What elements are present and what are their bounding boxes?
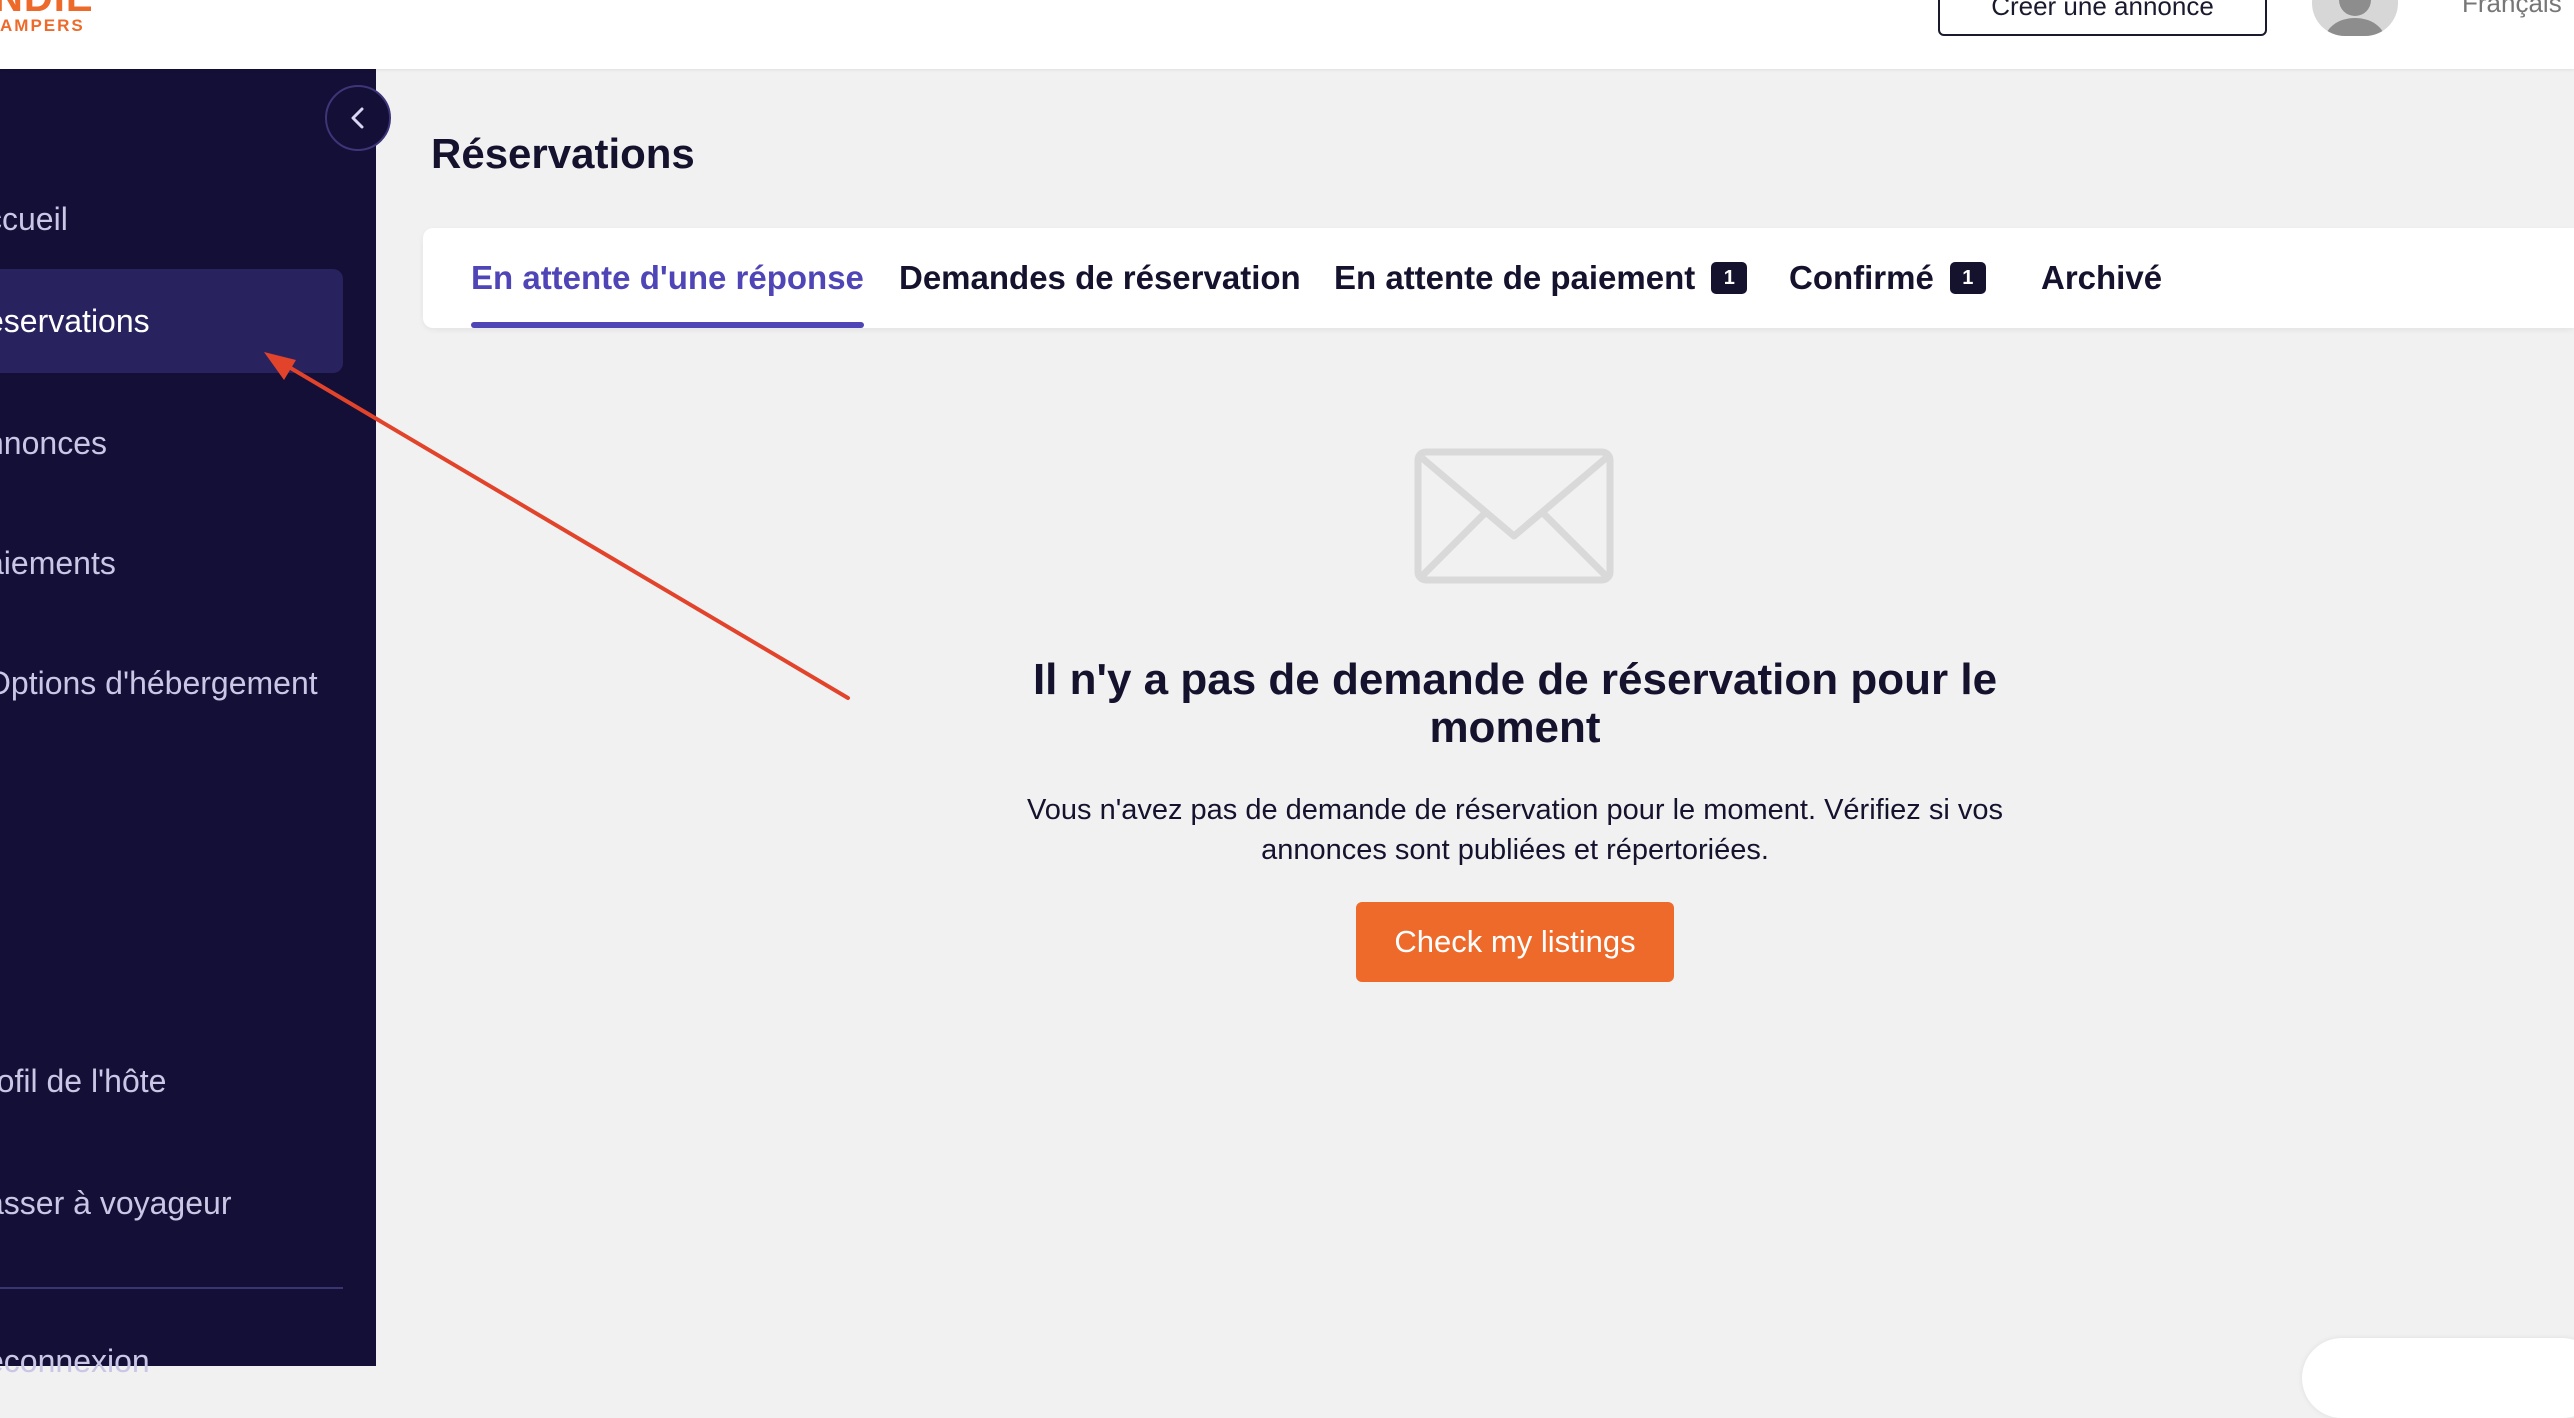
sidebar-item-accueil[interactable]: ccueil — [0, 167, 343, 271]
envelope-icon — [1414, 448, 1614, 584]
sidebar: ccueil éservations nnonces aiements Opti… — [0, 69, 376, 1379]
count-badge: 1 — [1711, 262, 1748, 294]
avatar[interactable] — [2312, 0, 2398, 36]
tab-label: En attente de paiement — [1334, 259, 1696, 296]
sidebar-collapse-button[interactable] — [325, 85, 391, 151]
language-selector[interactable]: Français — [2462, 0, 2562, 19]
sidebar-item-annonces[interactable]: nnonces — [0, 391, 343, 495]
chat-widget[interactable] — [2302, 1338, 2574, 1418]
sidebar-item-label: éservations — [0, 302, 150, 339]
tab-confirme[interactable]: Confirmé 1 — [1789, 228, 1986, 328]
logo[interactable]: NDIE AMPERS — [0, 0, 140, 35]
sidebar-item-label: aiements — [0, 544, 116, 581]
tab-archive[interactable]: Archivé — [2041, 228, 2162, 328]
sidebar-item-profil-hote[interactable]: rofil de l'hôte — [0, 1029, 343, 1133]
page-title: Réservations — [431, 130, 695, 177]
count-badge: 1 — [1949, 262, 1986, 294]
tab-en-attente-reponse[interactable]: En attente d'une réponse — [471, 228, 864, 328]
sidebar-item-label: nnonces — [0, 424, 107, 461]
sidebar-item-paiements[interactable]: aiements — [0, 511, 343, 615]
tabs-bar: En attente d'une réponse Demandes de rés… — [423, 228, 2574, 328]
tab-label: Archivé — [2041, 259, 2163, 296]
empty-state-title: Il n'y a pas de demande de réservation p… — [1032, 655, 1998, 752]
sidebar-item-label: éconnexion — [0, 1342, 150, 1379]
sidebar-item-label: Options d'hébergement — [0, 664, 318, 701]
tab-label: En attente d'une réponse — [471, 259, 864, 296]
sidebar-item-label: ccueil — [0, 200, 68, 237]
tab-label: Demandes de réservation — [899, 259, 1301, 296]
top-header: NDIE AMPERS Créer une annonce Français — [0, 0, 2574, 69]
sidebar-item-label: rofil de l'hôte — [0, 1062, 167, 1099]
check-listings-button[interactable]: Check my listings — [1356, 902, 1674, 982]
sidebar-item-deconnexion[interactable]: éconnexion — [0, 1309, 343, 1413]
tab-label: Confirmé — [1789, 259, 1934, 296]
sidebar-item-label: asser à voyageur — [0, 1184, 232, 1221]
create-listing-button[interactable]: Créer une annonce — [1938, 0, 2267, 36]
sidebar-divider — [0, 1287, 343, 1289]
tab-demandes-reservation[interactable]: Demandes de réservation — [899, 228, 1301, 328]
empty-state-description: Vous n'avez pas de demande de réservatio… — [1027, 794, 2003, 866]
tab-en-attente-paiement[interactable]: En attente de paiement 1 — [1334, 228, 1748, 328]
chevron-left-icon — [351, 107, 364, 129]
logo-subtext: AMPERS — [0, 16, 85, 35]
sidebar-item-options-hebergement[interactable]: Options d'hébergement — [0, 631, 343, 735]
user-icon — [2325, 0, 2385, 36]
sidebar-item-reservations[interactable]: éservations — [0, 269, 343, 373]
sidebar-item-passer-voyageur[interactable]: asser à voyageur — [0, 1151, 343, 1255]
